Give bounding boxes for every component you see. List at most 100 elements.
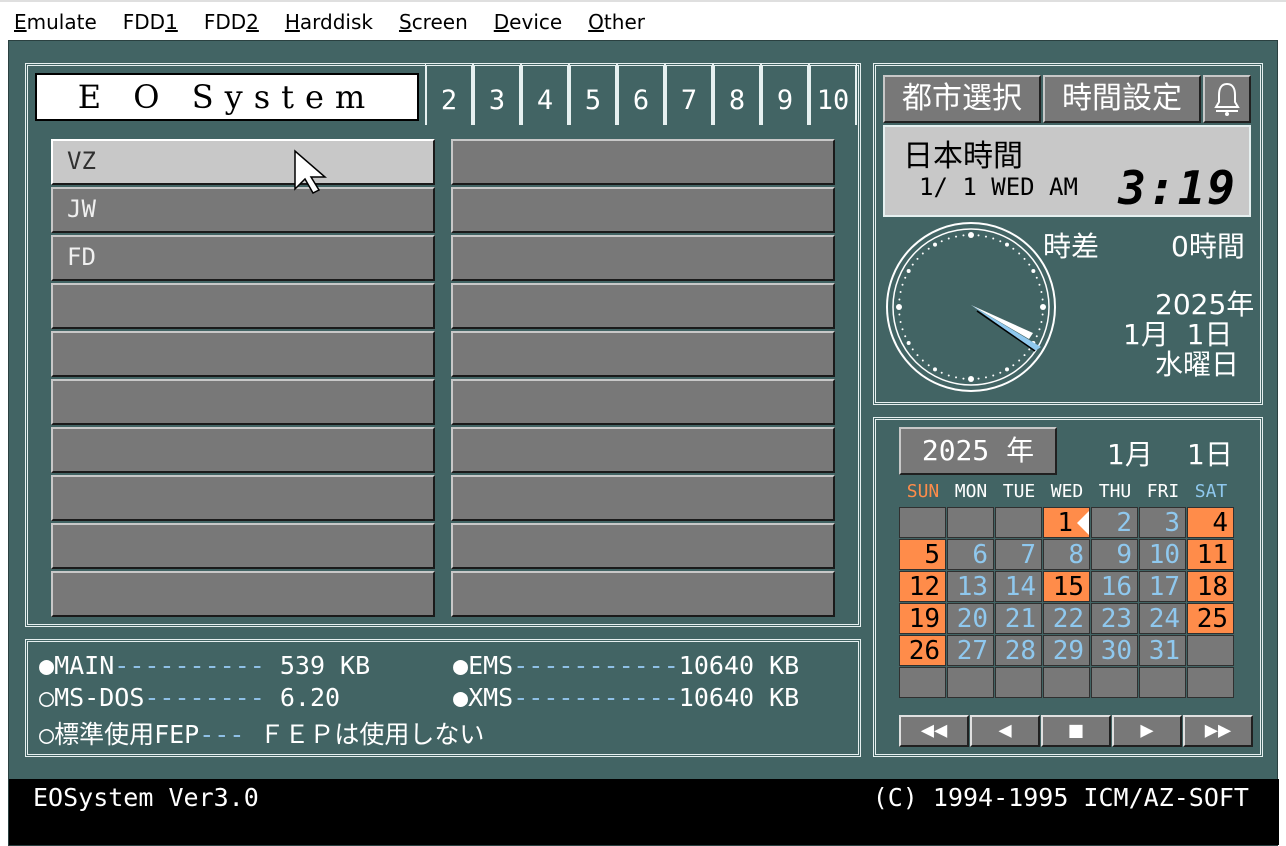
launcher-item[interactable]	[51, 427, 435, 473]
calendar-day-cell[interactable]: 10	[1139, 539, 1186, 570]
calendar-day-cell[interactable]: 2	[1091, 507, 1138, 538]
tab-page-5[interactable]: 5	[569, 63, 617, 125]
calendar-day-cell[interactable]: 4	[1187, 507, 1234, 538]
launcher-item[interactable]	[51, 379, 435, 425]
today-button[interactable]: ■	[1041, 715, 1111, 747]
tab-page-10[interactable]: 10	[809, 63, 857, 125]
launcher-item[interactable]	[51, 523, 435, 569]
launcher-item[interactable]	[451, 475, 835, 521]
calendar-day-cell[interactable]: 13	[947, 571, 994, 602]
tab-page-7[interactable]: 7	[665, 63, 713, 125]
calendar-day-cell[interactable]: 15	[1043, 571, 1090, 602]
calendar-day-cell[interactable]: 11	[1187, 539, 1234, 570]
tab-page-4[interactable]: 4	[521, 63, 569, 125]
prev-year-button[interactable]: ◀◀	[899, 715, 969, 747]
launcher-item[interactable]	[451, 331, 835, 377]
calendar-day-cell[interactable]: 25	[1187, 603, 1234, 634]
tab-page-3[interactable]: 3	[473, 63, 521, 125]
calendar-day-cell[interactable]: 18	[1187, 571, 1234, 602]
calendar-day-cell[interactable]	[1091, 667, 1138, 698]
city-select-button[interactable]: 都市選択	[883, 75, 1041, 123]
calendar-day-cell[interactable]	[947, 507, 994, 538]
tab-page-2[interactable]: 2	[425, 63, 473, 125]
alarm-bell-button[interactable]	[1203, 75, 1251, 123]
launcher-item[interactable]	[451, 571, 835, 617]
launcher-item[interactable]	[51, 475, 435, 521]
calendar-day-cell[interactable]	[1139, 667, 1186, 698]
calendar-day-cell[interactable]	[899, 667, 946, 698]
calendar-day-cell[interactable]	[1187, 635, 1234, 666]
launcher-item[interactable]	[451, 283, 835, 329]
weekday-header: SUN	[906, 481, 940, 502]
launcher-item[interactable]	[51, 283, 435, 329]
launcher-item[interactable]: FD	[51, 235, 435, 281]
prev-month-button[interactable]: ◀	[970, 715, 1040, 747]
menu-item[interactable]: Screen	[399, 10, 468, 34]
calendar-day-cell[interactable]: 14	[995, 571, 1042, 602]
launcher-item[interactable]	[451, 187, 835, 233]
calendar-day-cell[interactable]: 21	[995, 603, 1042, 634]
calendar-day-cell[interactable]: 22	[1043, 603, 1090, 634]
calendar-day-cell[interactable]: 7	[995, 539, 1042, 570]
menu-item[interactable]: FDD2	[204, 10, 259, 34]
calendar-day-cell[interactable]: 8	[1043, 539, 1090, 570]
calendar-day-cell[interactable]: 9	[1091, 539, 1138, 570]
calendar-day-cell[interactable]: 29	[1043, 635, 1090, 666]
calendar-day-cell[interactable]: 28	[995, 635, 1042, 666]
weekday-header: FRI	[1146, 481, 1180, 502]
calendar-day-cell[interactable]: 16	[1091, 571, 1138, 602]
menu-label: FDD	[122, 10, 166, 34]
next-month-button[interactable]: ▶	[1112, 715, 1182, 747]
menu-mnemonic: 2	[246, 10, 259, 34]
menu-item[interactable]: Harddisk	[285, 10, 373, 34]
menu-bar: Emulate FDD1 FDD2 Harddisk Screen Device Other	[0, 0, 1286, 42]
calendar-day-cell[interactable]: 20	[947, 603, 994, 634]
calendar-day-cell[interactable]: 26	[899, 635, 946, 666]
weekday-header: WED	[1050, 481, 1084, 502]
calendar-day-cell[interactable]: 3	[1139, 507, 1186, 538]
calendar-day-cell[interactable]: 6	[947, 539, 994, 570]
time-setting-button[interactable]: 時間設定	[1043, 75, 1201, 123]
next-year-button[interactable]: ▶▶	[1183, 715, 1253, 747]
menu-item[interactable]: Other	[588, 10, 645, 34]
calendar-year[interactable]: 2025 年	[899, 427, 1057, 475]
calendar-day-cell[interactable]: 17	[1139, 571, 1186, 602]
launcher-item[interactable]: VZ	[51, 139, 435, 185]
launcher-item[interactable]	[451, 379, 835, 425]
calendar-day-cell[interactable]: 5	[899, 539, 946, 570]
launcher-item[interactable]	[451, 139, 835, 185]
tab-page-9[interactable]: 9	[761, 63, 809, 125]
calendar-day-cell[interactable]: 1	[1043, 507, 1090, 538]
launcher-item[interactable]	[451, 235, 835, 281]
calendar-day-cell[interactable]	[995, 667, 1042, 698]
calendar-day-cell[interactable]: 12	[899, 571, 946, 602]
tab-page-6[interactable]: 6	[617, 63, 665, 125]
launcher-item[interactable]	[451, 427, 835, 473]
calendar-day-cell[interactable]	[947, 667, 994, 698]
calendar-day-cell[interactable]	[899, 507, 946, 538]
calendar-day-cell[interactable]: 19	[899, 603, 946, 634]
calendar-day-cell[interactable]: 27	[947, 635, 994, 666]
calendar-day-cell[interactable]	[1187, 667, 1234, 698]
calendar-day-cell[interactable]: 30	[1091, 635, 1138, 666]
launcher-item[interactable]	[51, 331, 435, 377]
fep-row: ○標準使用FEP--- ＦＥＰは使用しない	[39, 715, 484, 751]
calendar-day-cell[interactable]: 23	[1091, 603, 1138, 634]
clock-tick	[1041, 298, 1044, 301]
launcher-item[interactable]	[51, 571, 435, 617]
clock-tick	[927, 364, 930, 367]
menu-item[interactable]: Emulate	[14, 10, 97, 34]
launcher-item[interactable]	[451, 523, 835, 569]
calendar-day-cell[interactable]: 31	[1139, 635, 1186, 666]
clock-tick	[1040, 304, 1046, 310]
menu-label: arddisk	[299, 10, 373, 34]
calendar-day-cell[interactable]	[1043, 667, 1090, 698]
menu-item[interactable]: FDD1	[123, 10, 178, 34]
clock-tick	[1035, 276, 1038, 279]
tab-page-8[interactable]: 8	[713, 63, 761, 125]
mouse-cursor-icon	[294, 149, 327, 194]
menu-item[interactable]: Device	[494, 10, 562, 34]
launcher-item[interactable]: JW	[51, 187, 435, 233]
calendar-day-cell[interactable]: 24	[1139, 603, 1186, 634]
calendar-day-cell[interactable]	[995, 507, 1042, 538]
